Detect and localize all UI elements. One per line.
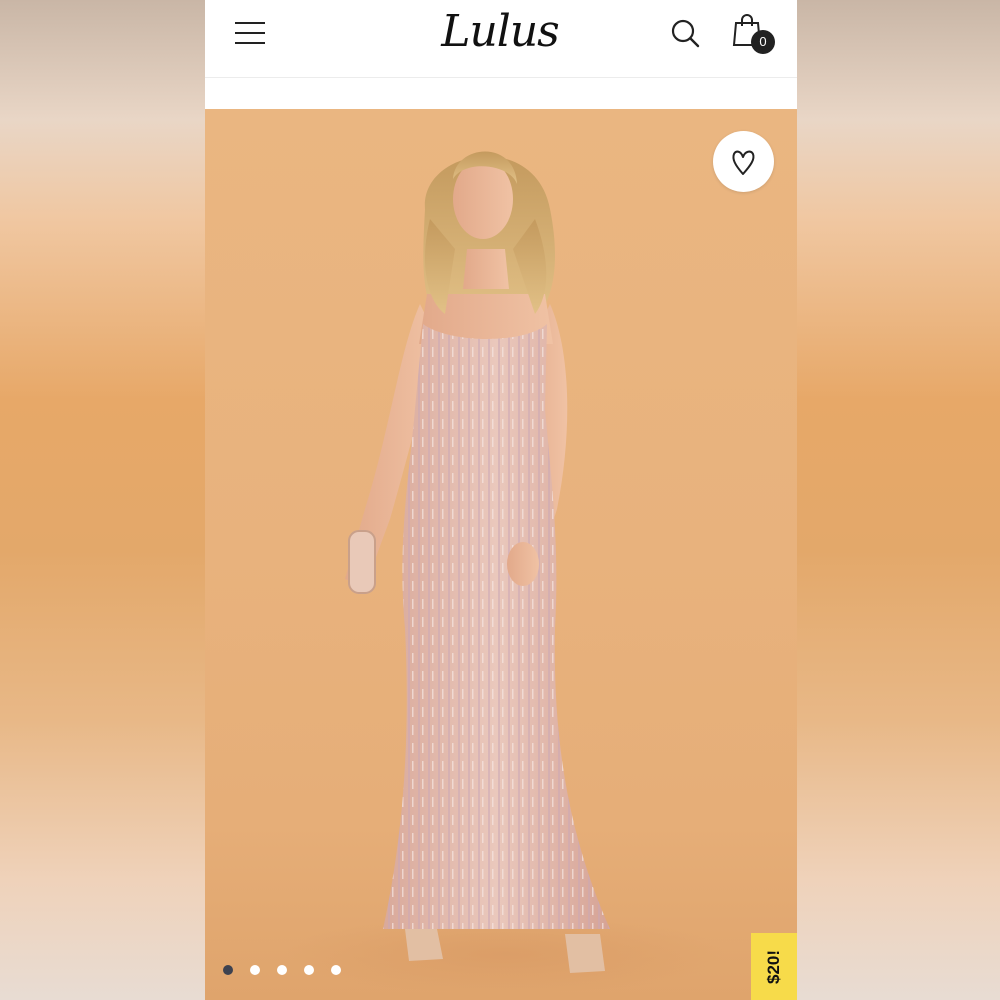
menu-button[interactable] bbox=[235, 20, 265, 46]
promo-tab[interactable]: $20! bbox=[751, 933, 797, 1000]
heart-icon bbox=[732, 150, 755, 175]
header-spacer bbox=[205, 78, 797, 109]
left-blurred-backdrop bbox=[0, 0, 205, 1000]
cart-count-badge: 0 bbox=[751, 30, 775, 54]
pagination-dot[interactable] bbox=[331, 965, 341, 975]
wishlist-button[interactable] bbox=[713, 131, 774, 192]
search-button[interactable] bbox=[668, 16, 702, 50]
pagination-dot[interactable] bbox=[250, 965, 260, 975]
model-in-sequin-gown-illustration bbox=[285, 151, 725, 994]
right-blurred-backdrop bbox=[797, 0, 1000, 1000]
product-image[interactable]: $20! bbox=[205, 109, 797, 1000]
pagination-dot[interactable] bbox=[304, 965, 314, 975]
site-logo[interactable]: Lulus bbox=[435, 2, 565, 62]
site-header: Lulus 0 bbox=[205, 0, 797, 78]
mobile-page: Lulus 0 $20! bbox=[205, 0, 797, 1000]
search-icon bbox=[671, 19, 700, 48]
promo-label: $20! bbox=[764, 949, 783, 984]
pagination-dot[interactable] bbox=[223, 965, 233, 975]
pagination-dot[interactable] bbox=[277, 965, 287, 975]
cart-button[interactable]: 0 bbox=[731, 12, 775, 54]
